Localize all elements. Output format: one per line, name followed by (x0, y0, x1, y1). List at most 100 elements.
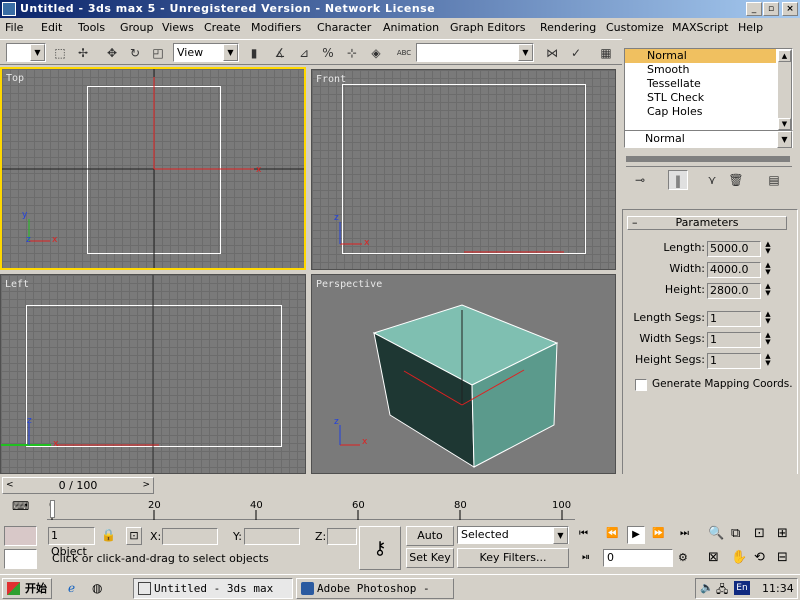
dropdown-option-normal[interactable]: Normal (625, 49, 776, 63)
viewport-left[interactable]: Left z x (0, 274, 306, 474)
time-configuration-icon[interactable]: ⚙ (678, 551, 688, 564)
zoom-all-icon[interactable]: ⧉ (731, 526, 740, 541)
start-button[interactable]: 开始 (2, 578, 52, 599)
snap-toggle-icon[interactable]: ∡ (270, 43, 290, 63)
selection-filter-combo[interactable]: ▼ (6, 43, 46, 62)
select-and-link-icon[interactable]: ✢ (73, 43, 93, 63)
length-segs-spinner[interactable]: ▲ ▼ (763, 311, 773, 327)
volume-icon[interactable]: 🔈 (700, 581, 714, 594)
taskbar-item-3dsmax[interactable]: Untitled - 3ds max ... (133, 578, 293, 599)
prev-key-icon[interactable]: ⏪ (606, 528, 618, 539)
key-filters-button[interactable]: Key Filters... (457, 548, 569, 568)
close-button[interactable]: × (782, 2, 798, 16)
current-frame-input[interactable]: 0 (603, 549, 673, 567)
length-spinner[interactable]: ▲ ▼ (763, 241, 773, 257)
width-input[interactable]: 4000.0 (707, 262, 761, 278)
dropdown-list[interactable]: Normal Smooth Tessellate STL Check Cap H… (624, 48, 793, 132)
lock-selection-icon[interactable]: 🔒 (101, 528, 116, 542)
spinner-snap-icon[interactable]: ⊹ (342, 43, 362, 63)
pivot-point-icon[interactable]: ▮ (244, 43, 264, 63)
arc-rotate-icon[interactable]: ⟲ (754, 550, 765, 565)
goto-end-icon[interactable]: ⏭ (680, 528, 689, 539)
track-ruler[interactable]: 0 20 40 60 80 100 (47, 496, 575, 520)
network-icon[interactable]: 🖧 (716, 581, 728, 600)
maxscript-listener[interactable] (4, 549, 37, 569)
pin-stack-icon[interactable]: ⊸ (630, 170, 650, 190)
menu-create[interactable]: Create (204, 21, 241, 34)
viewport-perspective[interactable]: Perspective z x (311, 274, 616, 474)
field-of-view-icon[interactable]: ⊠ (708, 550, 719, 565)
make-unique-icon[interactable]: ⋎ (702, 170, 722, 190)
parameters-rollout-header[interactable]: – Parameters (627, 216, 787, 230)
zoom-extents-all-icon[interactable]: ⊞ (777, 526, 788, 541)
menu-views[interactable]: Views (162, 21, 194, 34)
z-coordinate-input[interactable] (327, 528, 357, 545)
named-selection-icon[interactable]: ◈ (366, 43, 386, 63)
menu-file[interactable]: File (5, 21, 23, 34)
menu-edit[interactable]: Edit (41, 21, 62, 34)
scroll-up-icon[interactable]: ▲ (778, 50, 791, 62)
viewport-front[interactable]: Front z x (311, 69, 616, 270)
app-icon[interactable] (2, 2, 16, 16)
media-icon[interactable]: ◍ (92, 581, 102, 595)
mirror-icon[interactable]: ⋈ (542, 43, 562, 63)
mini-curve-editor-icon[interactable]: ⌨ (12, 499, 30, 515)
menu-help[interactable]: Help (738, 21, 763, 34)
percent-snap-icon[interactable]: % (318, 43, 338, 63)
min-max-toggle-icon[interactable]: ⊟ (777, 550, 788, 565)
select-rotate-icon[interactable]: ↻ (125, 43, 145, 63)
time-slider[interactable]: < 0 / 100 > (2, 477, 154, 494)
select-move-icon[interactable]: ✥ (102, 43, 122, 63)
x-coordinate-input[interactable] (162, 528, 218, 545)
angle-snap-icon[interactable]: ⊿ (294, 43, 314, 63)
ie-icon[interactable]: ℯ (68, 581, 75, 595)
dropdown-option-stl-check[interactable]: STL Check (647, 91, 704, 105)
language-indicator[interactable]: En (734, 581, 750, 595)
key-mode-combo[interactable]: Selected ▼ (457, 526, 569, 544)
height-input[interactable]: 2800.0 (707, 283, 761, 299)
absolute-mode-icon[interactable]: ⊡ (126, 527, 142, 545)
modifier-list-combo[interactable]: Normal ▼ (624, 130, 793, 148)
set-key-icon[interactable]: ⚷ (359, 526, 401, 570)
menu-group[interactable]: Group (120, 21, 154, 34)
dropdown-option-cap-holes[interactable]: Cap Holes (647, 105, 702, 119)
y-coordinate-input[interactable] (244, 528, 300, 545)
pan-icon[interactable]: ✋ (731, 550, 747, 565)
next-frame-icon[interactable]: > (142, 478, 150, 493)
color-swatch[interactable] (4, 526, 37, 546)
track-bar[interactable]: ⌨ 0 20 40 60 80 100 (0, 496, 800, 522)
menu-customize[interactable]: Customize (606, 21, 664, 34)
menu-rendering[interactable]: Rendering (540, 21, 596, 34)
reference-coordinate-combo[interactable]: View ▼ (173, 43, 239, 62)
zoom-icon[interactable]: 🔍 (708, 526, 724, 541)
width-segs-spinner[interactable]: ▲ ▼ (763, 332, 773, 348)
current-frame-marker[interactable] (50, 500, 55, 518)
align-icon[interactable]: ✓ (566, 43, 586, 63)
maximize-button[interactable]: ▫ (763, 2, 779, 16)
select-object-icon[interactable]: ⬚ (50, 43, 70, 63)
zoom-extents-icon[interactable]: ⊡ (754, 526, 765, 541)
taskbar-item-photoshop[interactable]: Adobe Photoshop - [... (296, 578, 454, 599)
edit-named-selection-icon[interactable]: ABC (394, 43, 414, 63)
menu-tools[interactable]: Tools (78, 21, 105, 34)
minimize-button[interactable]: _ (746, 2, 762, 16)
width-segs-input[interactable]: 1 (707, 332, 761, 348)
menu-modifiers[interactable]: Modifiers (251, 21, 301, 34)
select-scale-icon[interactable]: ◰ (148, 43, 168, 63)
menu-animation[interactable]: Animation (383, 21, 439, 34)
set-key-button[interactable]: Set Key (406, 548, 454, 568)
dropdown-option-tessellate[interactable]: Tessellate (647, 77, 701, 91)
remove-modifier-icon[interactable]: 🗑 (726, 170, 746, 190)
auto-key-button[interactable]: Auto Key (406, 526, 454, 560)
menu-character[interactable]: Character (317, 21, 371, 34)
title-bar[interactable]: Untitled - 3ds max 5 - Unregistered Vers… (0, 0, 800, 18)
dropdown-option-smooth[interactable]: Smooth (647, 63, 689, 77)
menu-graph-editors[interactable]: Graph Editors (450, 21, 526, 34)
generate-mapping-checkbox[interactable] (635, 379, 647, 391)
show-end-result-icon[interactable]: ‖ (668, 170, 688, 190)
named-selection-sets-combo[interactable]: ▼ (416, 43, 534, 62)
key-mode-toggle-icon[interactable]: ⏯ (582, 552, 590, 563)
width-spinner[interactable]: ▲ ▼ (763, 262, 773, 278)
next-key-icon[interactable]: ⏩ (652, 528, 664, 539)
length-input[interactable]: 5000.0 (707, 241, 761, 257)
